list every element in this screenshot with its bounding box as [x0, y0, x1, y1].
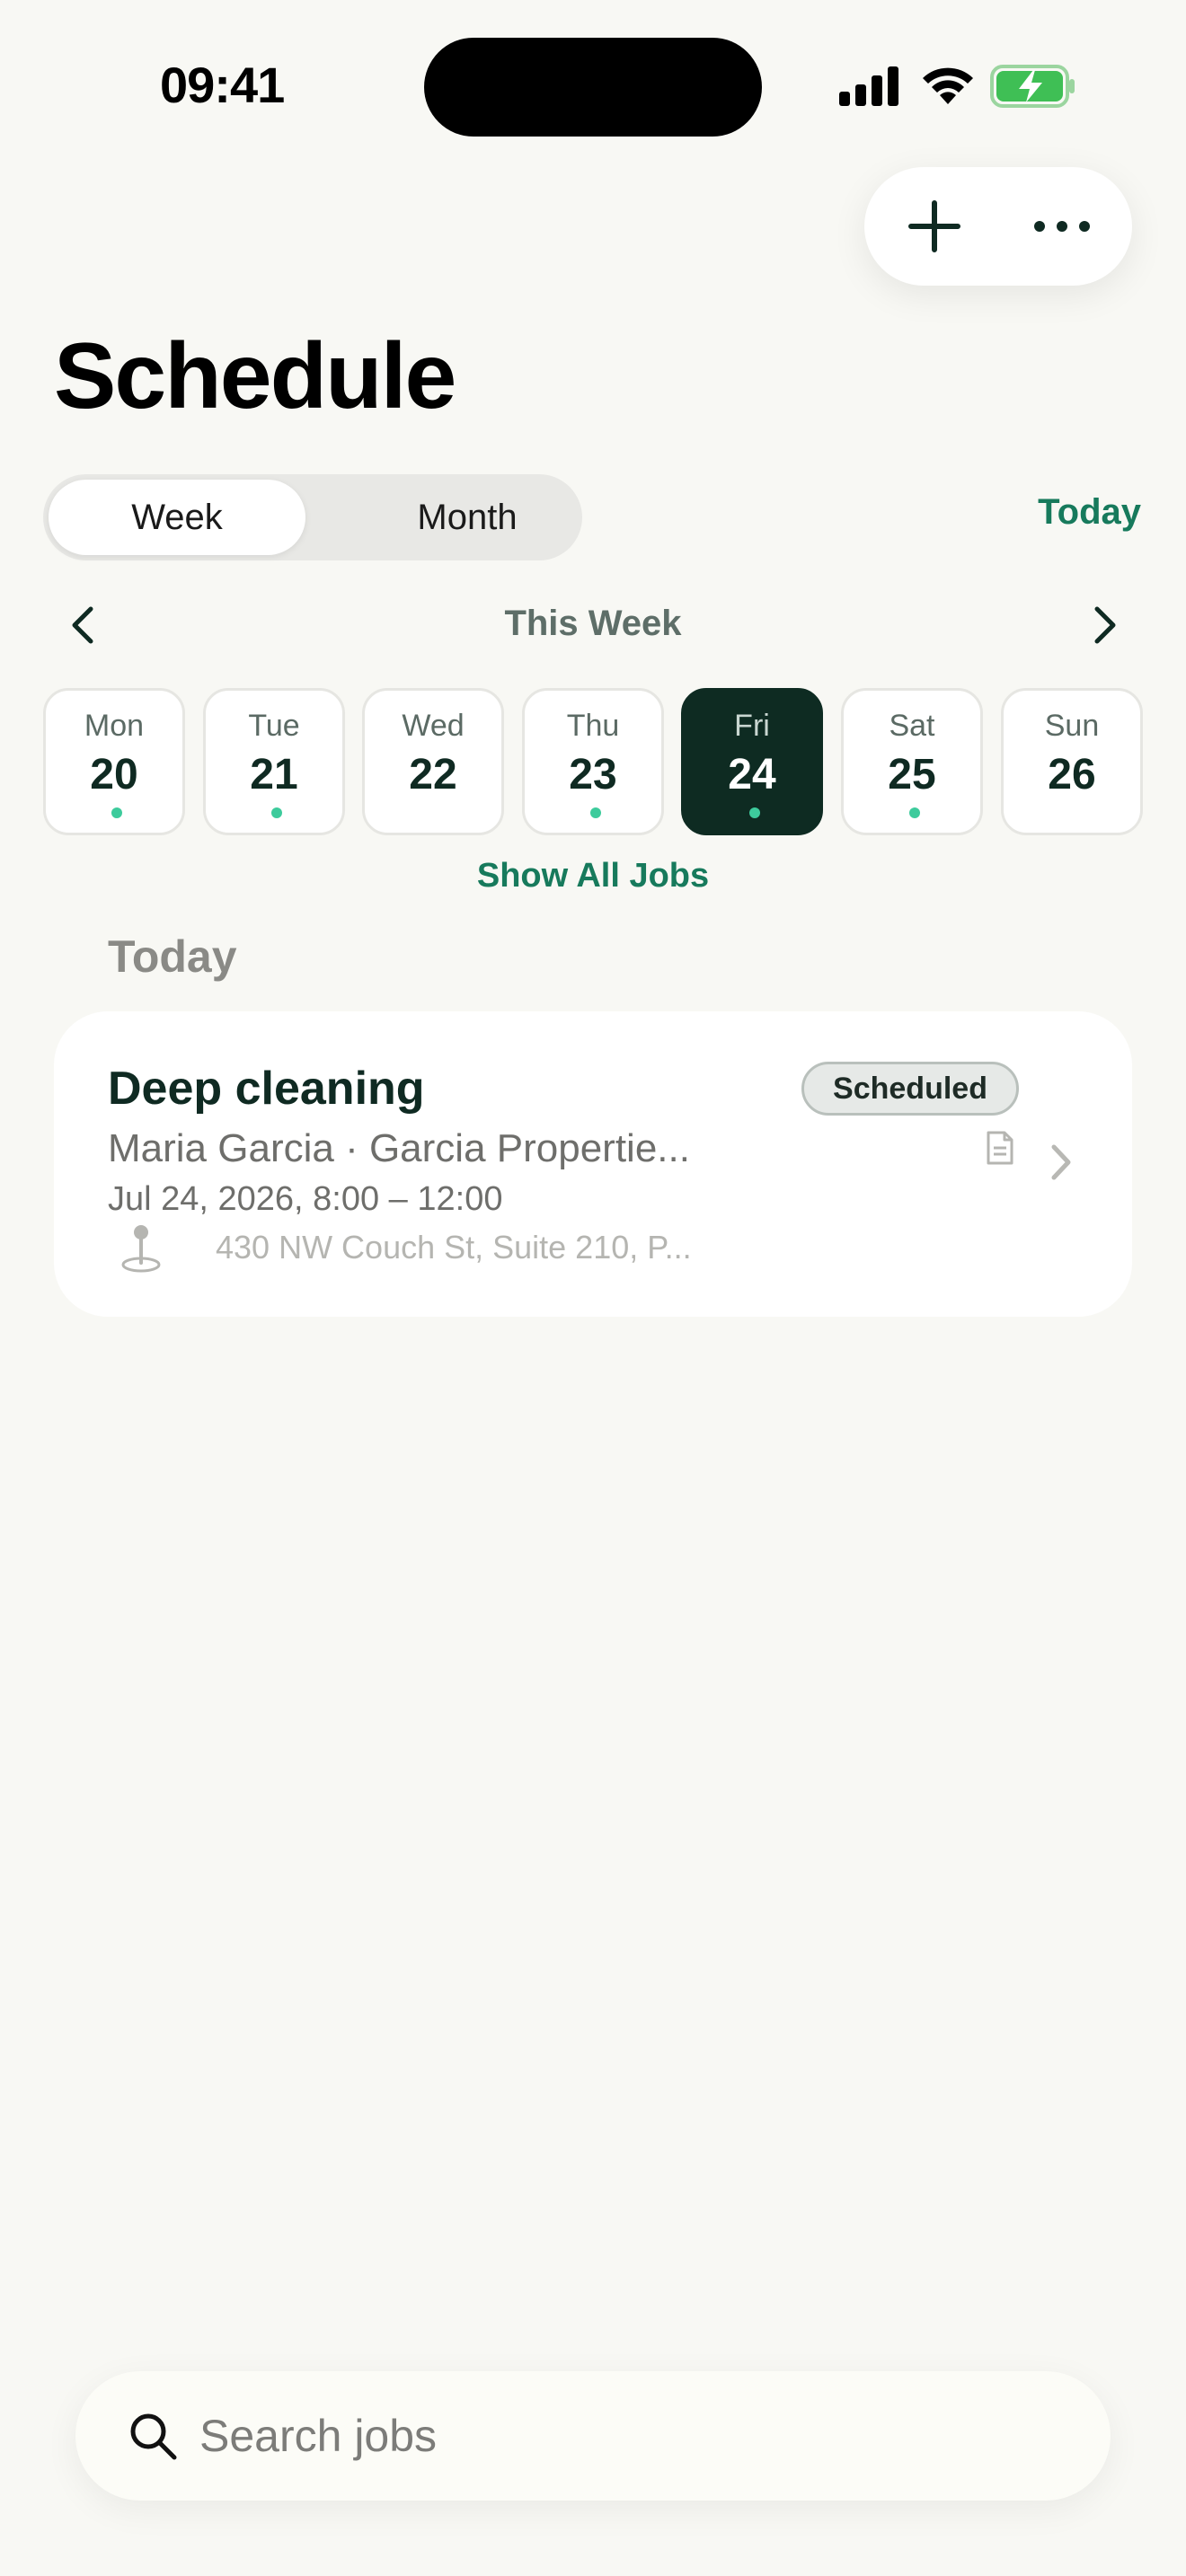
day-number: 23: [569, 751, 617, 798]
day-name: Sun: [1044, 709, 1100, 743]
week-view-tab[interactable]: Week: [49, 480, 305, 555]
view-toggle: Week Month: [43, 474, 582, 560]
day-card-thu[interactable]: Thu 23: [522, 688, 664, 835]
chevron-right-icon: [1094, 606, 1116, 644]
week-label: This Week: [504, 604, 682, 643]
add-job-button[interactable]: [872, 167, 997, 286]
signal-icon: [839, 66, 898, 106]
search-icon: [130, 2413, 177, 2460]
job-title: Deep cleaning: [108, 1063, 425, 1115]
search-input[interactable]: [199, 2398, 1062, 2474]
week-day-strip: Mon 20 Tue 21 Wed 22 Thu 23 Fri 24 Sat 2…: [43, 688, 1143, 835]
month-view-tab[interactable]: Month: [359, 480, 575, 555]
status-badge: Scheduled: [801, 1062, 1019, 1116]
day-card-wed[interactable]: Wed 22: [362, 688, 504, 835]
chevron-right-icon: [1051, 1144, 1071, 1180]
ellipsis-icon: [1034, 221, 1090, 232]
schedule-screen: 09:41 Schedule Week Month Today This Wee…: [0, 0, 1186, 2576]
today-button[interactable]: Today: [1038, 492, 1141, 533]
plus-icon: [908, 200, 960, 252]
section-title: Today: [108, 931, 237, 982]
header-actions: [864, 167, 1132, 286]
map-pin-icon: [121, 1225, 161, 1273]
job-indicator-dot: [111, 807, 122, 818]
day-number: 21: [250, 751, 298, 798]
battery-charging-icon: [990, 65, 1075, 108]
job-indicator-dot: [909, 807, 920, 818]
day-number: 26: [1048, 751, 1096, 798]
job-time: Jul 24, 2026, 8:00 – 12:00: [108, 1180, 503, 1218]
job-indicator-dot: [590, 807, 601, 818]
day-number: 24: [728, 751, 776, 798]
day-name: Fri: [734, 709, 770, 743]
job-client: Maria Garcia · Garcia Propertie...: [108, 1126, 690, 1170]
day-card-sat[interactable]: Sat 25: [841, 688, 983, 835]
status-time: 09:41: [160, 57, 285, 113]
show-all-jobs-button[interactable]: Show All Jobs: [0, 857, 1186, 895]
day-card-fri[interactable]: Fri 24: [681, 688, 823, 835]
job-card[interactable]: Deep cleaning Scheduled Maria Garcia · G…: [54, 1011, 1132, 1317]
more-options-button[interactable]: [999, 167, 1125, 286]
day-name: Tue: [248, 709, 300, 743]
search-bar: [75, 2371, 1111, 2501]
day-number: 25: [888, 751, 936, 798]
day-number: 20: [90, 751, 138, 798]
day-card-sun[interactable]: Sun 26: [1001, 688, 1143, 835]
wifi-icon: [923, 67, 973, 104]
job-address: 430 NW Couch St, Suite 210, P...: [216, 1229, 692, 1266]
dynamic-island: [424, 38, 762, 137]
day-number: 22: [409, 751, 457, 798]
day-card-tue[interactable]: Tue 21: [203, 688, 345, 835]
page-title: Schedule: [54, 324, 456, 428]
day-name: Mon: [84, 709, 145, 743]
job-indicator-dot: [271, 807, 282, 818]
job-indicator-dot: [749, 807, 760, 818]
day-name: Thu: [566, 709, 620, 743]
document-icon: [987, 1131, 1013, 1165]
next-week-button[interactable]: [1078, 598, 1132, 652]
day-name: Sat: [889, 709, 935, 743]
day-card-mon[interactable]: Mon 20: [43, 688, 185, 835]
day-name: Wed: [402, 709, 465, 743]
